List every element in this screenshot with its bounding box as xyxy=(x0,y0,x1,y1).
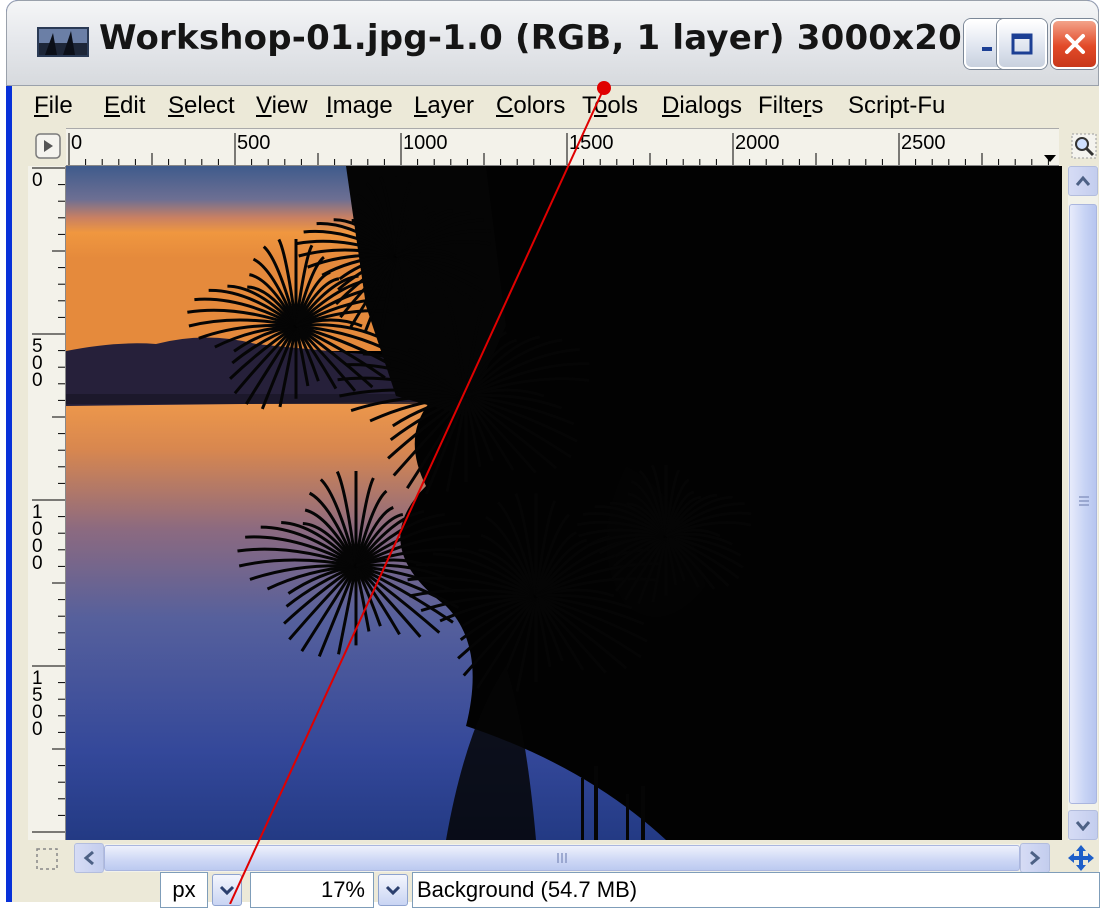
menu-file[interactable]: File xyxy=(34,92,73,120)
menu-colors[interactable]: Colors xyxy=(496,92,565,120)
scroll-grip-icon xyxy=(557,853,567,863)
menu-select[interactable]: Select xyxy=(168,92,235,120)
vruler-label-digit: 0 xyxy=(32,553,43,574)
menu-filters[interactable]: Filters xyxy=(758,92,823,120)
scroll-right-button[interactable] xyxy=(1020,843,1050,873)
menu-layer[interactable]: Layer xyxy=(414,92,474,120)
vertical-ruler-ticks: 050010001500 xyxy=(32,167,65,833)
scroll-down-button[interactable] xyxy=(1068,810,1098,840)
image-canvas[interactable] xyxy=(66,166,1062,840)
horizontal-scrollbar[interactable] xyxy=(74,843,1050,873)
horizontal-ruler[interactable]: 0 500 1000 1500 2000 2500 xyxy=(66,128,1059,166)
menu-edit[interactable]: Edit xyxy=(104,92,145,120)
menu-image[interactable]: Image xyxy=(326,92,393,120)
unit-selector[interactable]: px xyxy=(160,872,208,908)
unit-dropdown-button[interactable] xyxy=(212,874,242,906)
minimize-icon xyxy=(982,47,992,51)
zoom-icon[interactable] xyxy=(1070,132,1098,160)
horizontal-scroll-row xyxy=(12,842,1099,874)
photo-sunset-pandanus xyxy=(66,166,1062,840)
hruler-label-1500: 1500 xyxy=(569,132,614,154)
layer-status-text: Background (54.7 MB) xyxy=(412,872,1100,908)
scroll-up-button[interactable] xyxy=(1068,166,1098,196)
menu-view[interactable]: View xyxy=(256,92,308,120)
vertical-ruler[interactable]: 050010001500 xyxy=(28,166,66,840)
menu-arrow-icon[interactable] xyxy=(34,132,62,160)
quick-mask-icon[interactable] xyxy=(34,846,60,872)
vertical-scroll-thumb[interactable] xyxy=(1069,204,1097,804)
chevron-up-icon xyxy=(1075,175,1091,186)
close-button[interactable] xyxy=(1051,19,1098,69)
chevron-down-icon xyxy=(1075,821,1091,831)
chevron-right-icon xyxy=(1030,850,1041,866)
vertical-scrollbar[interactable] xyxy=(1068,166,1098,840)
chevron-down-icon xyxy=(385,885,401,896)
title-bar[interactable]: Workshop-01.jpg-1.0 (RGB, 1 layer) 3000x… xyxy=(6,0,1099,86)
scroll-left-button[interactable] xyxy=(74,843,104,873)
chevron-down-icon xyxy=(219,885,235,896)
hruler-label-2500: 2500 xyxy=(901,132,946,154)
menu-script-fu[interactable]: Script-Fu xyxy=(848,92,945,120)
horizontal-ruler-ticks: 0 500 1000 1500 2000 2500 xyxy=(68,132,1056,165)
vruler-label-digit: 0 xyxy=(32,719,43,740)
menu-bar: File Edit Select View Image Layer Colors… xyxy=(12,86,1099,126)
scroll-grip-icon xyxy=(1079,496,1089,506)
zoom-dropdown-button[interactable] xyxy=(378,874,408,906)
navigate-icon[interactable] xyxy=(1066,843,1096,873)
vruler-label-digit: 0 xyxy=(32,170,43,191)
vruler-label-digit: 0 xyxy=(32,370,43,391)
menu-tools[interactable]: Tools xyxy=(582,92,638,120)
maximize-button[interactable] xyxy=(997,19,1047,69)
hruler-label-500: 500 xyxy=(237,132,270,154)
hruler-label-1000: 1000 xyxy=(403,132,448,154)
menu-dialogs[interactable]: Dialogs xyxy=(662,92,742,120)
window-client: File Edit Select View Image Layer Colors… xyxy=(12,86,1100,908)
status-bar: px 17% Background (54.7 MB) xyxy=(12,872,1100,908)
zoom-field[interactable]: 17% xyxy=(250,872,374,908)
window-title: Workshop-01.jpg-1.0 (RGB, 1 layer) 3000x… xyxy=(99,18,1010,58)
horizontal-scroll-thumb[interactable] xyxy=(104,845,1020,871)
app-icon xyxy=(37,27,89,57)
hruler-label-2000: 2000 xyxy=(735,132,780,154)
image-window: Workshop-01.jpg-1.0 (RGB, 1 layer) 3000x… xyxy=(6,0,1100,908)
pointer-marker xyxy=(1044,155,1056,162)
hruler-label-0: 0 xyxy=(71,132,82,154)
close-icon xyxy=(1064,34,1085,54)
chevron-left-icon xyxy=(83,850,94,866)
maximize-icon xyxy=(1011,33,1033,55)
